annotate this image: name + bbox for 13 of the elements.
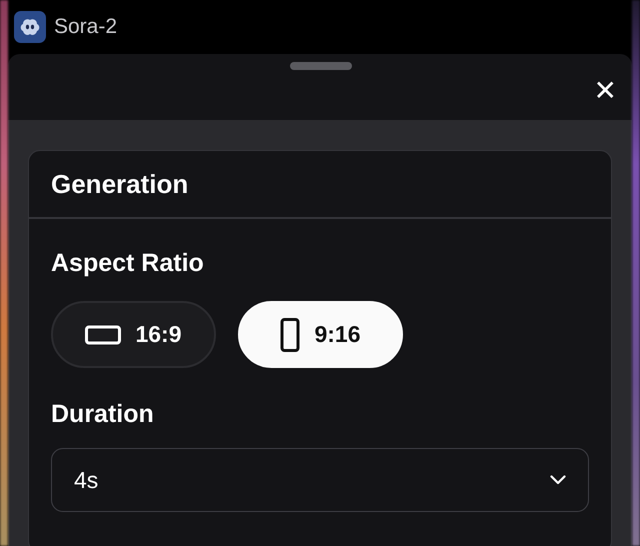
portrait-icon xyxy=(280,318,300,352)
aspect-ratio-option[interactable]: 16:9 xyxy=(51,301,216,368)
landscape-icon xyxy=(85,324,122,344)
duration-select[interactable]: 4s xyxy=(51,448,589,512)
sheet-grabber[interactable] xyxy=(290,62,352,70)
card-title: Generation xyxy=(51,168,188,200)
duration-label: Duration xyxy=(51,399,155,430)
aspect-ratio-option[interactable]: 9:16 xyxy=(238,301,403,368)
chevron-down-icon xyxy=(550,475,566,485)
aspect-ratio-label: Aspect Ratio xyxy=(51,248,205,279)
app-title: Sora-2 xyxy=(54,15,118,39)
close-button[interactable]: ✕ xyxy=(588,74,622,108)
app-icon xyxy=(14,11,46,43)
